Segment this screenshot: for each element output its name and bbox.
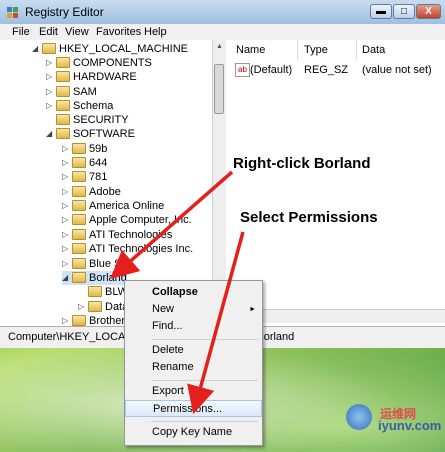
arrow-to-borland <box>110 170 234 279</box>
watermark-logo-icon <box>346 404 372 430</box>
arrow-to-permissions <box>187 231 245 415</box>
annotation-arrows <box>110 170 245 415</box>
annotation-select-permissions: Select Permissions <box>240 209 378 226</box>
annotation-right-click: Right-click Borland <box>233 155 371 172</box>
watermark-text: iyunv.com <box>378 418 442 433</box>
